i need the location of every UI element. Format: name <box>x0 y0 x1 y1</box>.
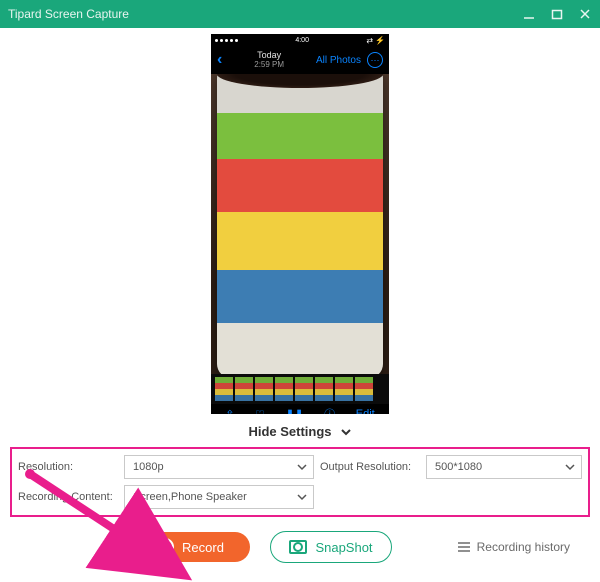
maximize-icon <box>551 8 563 20</box>
pause-icon: ❚❚ <box>285 408 303 415</box>
back-icon: ‹ <box>217 51 222 69</box>
output-resolution-select[interactable]: 500*1080 <box>426 455 582 479</box>
window-controls <box>522 7 592 21</box>
record-label: Record <box>182 540 224 555</box>
app-window: Tipard Screen Capture 4:00 ⇄⚡ <box>0 0 600 582</box>
share-icon: ⇪ <box>225 408 234 415</box>
phone-statusbar: 4:00 ⇄⚡ <box>211 34 389 46</box>
minimize-button[interactable] <box>522 7 536 21</box>
preview-area: 4:00 ⇄⚡ ‹ Today 2:59 PM All Photos ⋯ <box>0 28 600 414</box>
recording-content-value: Screen,Phone Speaker <box>133 491 247 503</box>
output-resolution-label: Output Resolution: <box>320 461 420 473</box>
camera-icon <box>289 540 307 554</box>
edit-label: Edit <box>356 408 375 414</box>
close-icon <box>579 8 591 20</box>
recording-history-link[interactable]: Recording history <box>457 540 570 554</box>
settings-panel: Resolution: 1080p Output Resolution: 500… <box>10 447 590 517</box>
chevron-down-icon <box>297 492 307 502</box>
resolution-value: 1080p <box>133 461 164 473</box>
maximize-button[interactable] <box>550 7 564 21</box>
chevron-down-icon <box>297 462 307 472</box>
thumbnail <box>295 377 313 401</box>
info-icon: ⓘ <box>324 406 335 414</box>
list-icon <box>457 541 471 553</box>
recording-history-label: Recording history <box>477 540 570 554</box>
record-button[interactable]: Record <box>130 532 250 562</box>
resolution-select[interactable]: 1080p <box>124 455 314 479</box>
phone-time: 4:00 <box>295 37 309 44</box>
phone-nav-title: Today 2:59 PM <box>254 51 284 70</box>
close-button[interactable] <box>578 7 592 21</box>
thumbnail <box>215 377 233 401</box>
recording-content-label: Recording Content: <box>18 491 118 503</box>
hide-settings-toggle[interactable]: Hide Settings <box>0 414 600 447</box>
record-icon <box>156 538 174 556</box>
signal-icon <box>215 39 238 42</box>
phone-toolbar: ⇪ ♡ ❚❚ ⓘ Edit <box>211 404 389 414</box>
chevron-down-icon <box>565 462 575 472</box>
minimize-icon <box>523 8 535 20</box>
phone-nav: ‹ Today 2:59 PM All Photos ⋯ <box>211 46 389 74</box>
snapshot-label: SnapShot <box>315 540 372 555</box>
thumbnail <box>355 377 373 401</box>
output-resolution-value: 500*1080 <box>435 461 482 473</box>
hide-settings-label: Hide Settings <box>248 424 331 439</box>
app-title: Tipard Screen Capture <box>8 7 129 21</box>
thumbnail <box>235 377 253 401</box>
phone-nav-time: 2:59 PM <box>254 61 284 70</box>
footer: Record SnapShot Recording history <box>0 517 600 563</box>
thumbnail <box>335 377 353 401</box>
thumbnail <box>255 377 273 401</box>
chevron-down-icon <box>340 426 352 438</box>
photo-content <box>211 74 389 374</box>
thumbnail <box>315 377 333 401</box>
thumbnail-strip <box>211 374 389 404</box>
all-photos-link: All Photos <box>316 55 361 66</box>
details-icon: ⋯ <box>367 52 383 68</box>
resolution-label: Resolution: <box>18 461 118 473</box>
titlebar: Tipard Screen Capture <box>0 0 600 28</box>
recording-content-select[interactable]: Screen,Phone Speaker <box>124 485 314 509</box>
thumbnail <box>275 377 293 401</box>
heart-icon: ♡ <box>255 408 265 415</box>
snapshot-button[interactable]: SnapShot <box>270 531 392 563</box>
phone-preview: 4:00 ⇄⚡ ‹ Today 2:59 PM All Photos ⋯ <box>211 34 389 414</box>
battery-wifi-icon: ⇄⚡ <box>366 36 385 45</box>
